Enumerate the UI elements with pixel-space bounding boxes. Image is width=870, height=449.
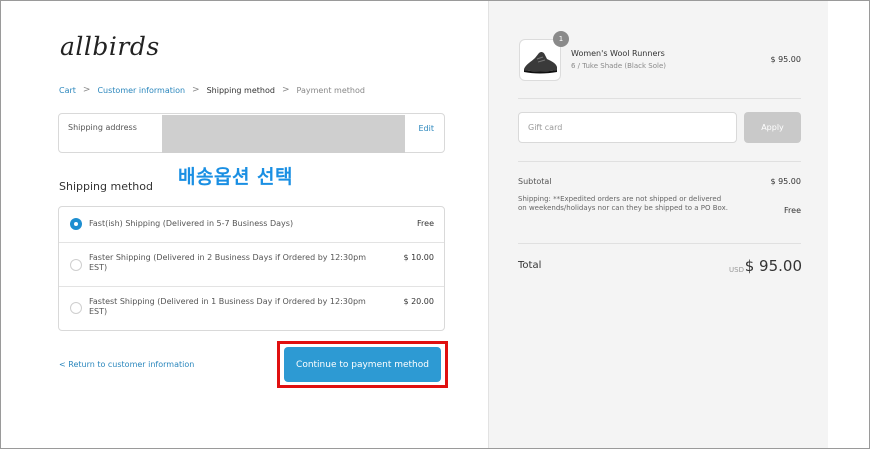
screenshot-frame — [0, 0, 870, 449]
